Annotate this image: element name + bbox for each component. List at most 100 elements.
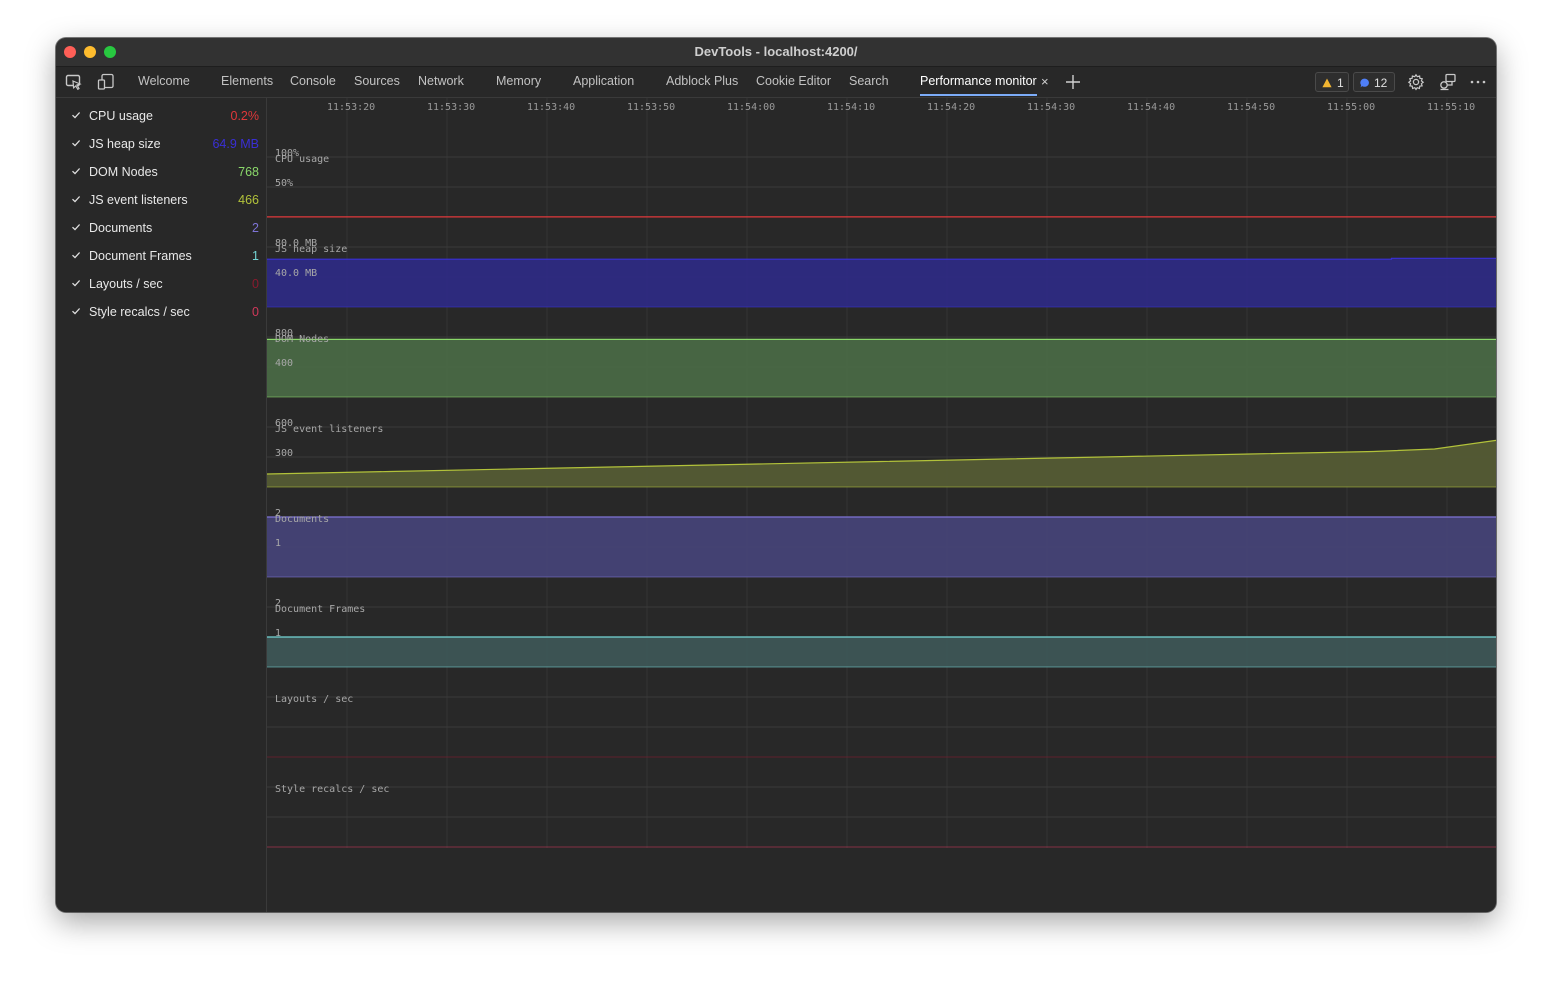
tab-adblock-plus[interactable]: Adblock Plus bbox=[666, 67, 738, 97]
metric-js-event-listeners[interactable]: JS event listeners 466 bbox=[56, 187, 266, 215]
checkmark-icon[interactable] bbox=[71, 278, 81, 288]
series-area bbox=[267, 339, 1496, 397]
value-gridline-label: 80.0 MB bbox=[275, 238, 317, 249]
value-gridline-label: 2 bbox=[275, 598, 281, 609]
value-gridline-label: 300 bbox=[275, 448, 293, 459]
warnings-badge[interactable]: 1 bbox=[1315, 72, 1349, 92]
remote-debugging-icon[interactable] bbox=[1439, 73, 1457, 91]
metric-layouts-per-sec[interactable]: Layouts / sec 0 bbox=[56, 271, 266, 299]
device-toolbar-icon[interactable] bbox=[97, 73, 115, 91]
title-bar: DevTools - localhost:4200/ bbox=[56, 38, 1496, 67]
time-tick-label: 11:53:20 bbox=[327, 102, 375, 113]
metric-style-recalcs-per-sec[interactable]: Style recalcs / sec 0 bbox=[56, 299, 266, 327]
messages-badge[interactable]: 12 bbox=[1353, 72, 1395, 92]
metric-label: Documents bbox=[89, 221, 153, 235]
metric-value: 1 bbox=[252, 249, 259, 263]
warnings-count: 1 bbox=[1337, 76, 1344, 90]
metric-label: Style recalcs / sec bbox=[89, 305, 190, 319]
tab-elements[interactable]: Elements bbox=[221, 67, 273, 97]
minimize-window-button[interactable] bbox=[84, 46, 96, 58]
metric-label: JS heap size bbox=[89, 137, 161, 151]
time-tick-label: 11:54:40 bbox=[1127, 102, 1175, 113]
value-gridline-label: 600 bbox=[275, 418, 293, 429]
time-tick-label: 11:53:50 bbox=[627, 102, 675, 113]
close-window-button[interactable] bbox=[64, 46, 76, 58]
time-tick-label: 11:53:30 bbox=[427, 102, 475, 113]
series-line bbox=[267, 257, 1496, 260]
checkmark-icon[interactable] bbox=[71, 138, 81, 148]
value-gridline-label: 1 bbox=[275, 628, 281, 639]
close-tab-icon[interactable]: × bbox=[1041, 67, 1049, 97]
checkmark-icon[interactable] bbox=[71, 194, 81, 204]
metric-value: 64.9 MB bbox=[212, 137, 259, 151]
value-gridline-label: 400 bbox=[275, 358, 293, 369]
tab-search[interactable]: Search bbox=[849, 67, 889, 97]
time-tick-label: 11:54:10 bbox=[827, 102, 875, 113]
metric-label: DOM Nodes bbox=[89, 165, 158, 179]
tab-memory[interactable]: Memory bbox=[496, 67, 541, 97]
metric-cpu-usage[interactable]: CPU usage 0.2% bbox=[56, 103, 266, 131]
metric-value: 0.2% bbox=[230, 109, 260, 123]
metric-dom-nodes[interactable]: DOM Nodes 768 bbox=[56, 159, 266, 187]
checkmark-icon[interactable] bbox=[71, 110, 81, 120]
checkmark-icon[interactable] bbox=[71, 222, 81, 232]
metrics-sidebar: CPU usage 0.2% JS heap size 64.9 MB DOM … bbox=[56, 98, 267, 912]
series-area bbox=[267, 517, 1496, 577]
checkmark-icon[interactable] bbox=[71, 166, 81, 176]
value-gridline-label: 800 bbox=[275, 328, 293, 339]
value-gridline-label: 50% bbox=[275, 178, 293, 189]
message-icon bbox=[1360, 78, 1369, 88]
panel-title: Documents bbox=[275, 514, 329, 525]
series-area bbox=[267, 440, 1496, 487]
metric-documents[interactable]: Documents 2 bbox=[56, 215, 266, 243]
time-tick-label: 11:54:00 bbox=[727, 102, 775, 113]
time-tick-label: 11:54:50 bbox=[1227, 102, 1275, 113]
series-area bbox=[267, 258, 1496, 307]
tab-network[interactable]: Network bbox=[418, 67, 464, 97]
metric-value: 768 bbox=[238, 165, 259, 179]
value-gridline-label: 40.0 MB bbox=[275, 268, 317, 279]
devtools-window: DevTools - localhost:4200/ Welcome Eleme… bbox=[56, 38, 1496, 912]
time-tick-label: 11:55:10 bbox=[1427, 102, 1475, 113]
plus-icon[interactable] bbox=[1064, 73, 1082, 91]
tab-cookie-editor[interactable]: Cookie Editor bbox=[756, 67, 831, 97]
value-gridline-label: 2 bbox=[275, 508, 281, 519]
checkmark-icon[interactable] bbox=[71, 250, 81, 260]
metric-label: CPU usage bbox=[89, 109, 153, 123]
panel-title: Layouts / sec bbox=[275, 694, 353, 705]
metric-value: 0 bbox=[252, 305, 259, 319]
metric-label: Layouts / sec bbox=[89, 277, 163, 291]
value-gridline-label: 1 bbox=[275, 538, 281, 549]
maximize-window-button[interactable] bbox=[104, 46, 116, 58]
value-gridline-label: 100% bbox=[275, 148, 299, 159]
series-area bbox=[267, 637, 1496, 667]
messages-count: 12 bbox=[1374, 76, 1388, 90]
panel-title: Document Frames bbox=[275, 604, 365, 615]
metric-label: JS event listeners bbox=[89, 193, 188, 207]
devtools-tab-bar: Welcome Elements Console Sources Network… bbox=[56, 67, 1496, 98]
metric-value: 0 bbox=[252, 277, 259, 291]
performance-chart-svg: 11:53:20 11:53:30 11:53:40 11:53:50 11:54:00… bbox=[266, 98, 1496, 848]
time-tick-label: 11:53:40 bbox=[527, 102, 575, 113]
tab-welcome[interactable]: Welcome bbox=[138, 67, 190, 97]
panel-title: Style recalcs / sec bbox=[275, 784, 389, 795]
tab-performance-monitor[interactable]: Performance monitor bbox=[920, 67, 1037, 97]
metric-value: 2 bbox=[252, 221, 259, 235]
metric-document-frames[interactable]: Document Frames 1 bbox=[56, 243, 266, 271]
time-tick-label: 11:54:20 bbox=[927, 102, 975, 113]
metric-js-heap-size[interactable]: JS heap size 64.9 MB bbox=[56, 131, 266, 159]
inspect-element-icon[interactable] bbox=[65, 73, 83, 91]
tab-sources[interactable]: Sources bbox=[354, 67, 400, 97]
metric-label: Document Frames bbox=[89, 249, 192, 263]
tab-console[interactable]: Console bbox=[290, 67, 336, 97]
tab-application[interactable]: Application bbox=[573, 67, 634, 97]
window-title: DevTools - localhost:4200/ bbox=[694, 44, 858, 59]
gear-icon[interactable] bbox=[1407, 73, 1425, 91]
time-tick-label: 11:54:30 bbox=[1027, 102, 1075, 113]
time-tick-label: 11:55:00 bbox=[1327, 102, 1375, 113]
more-options-icon[interactable] bbox=[1469, 73, 1487, 91]
checkmark-icon[interactable] bbox=[71, 306, 81, 316]
performance-charts: 11:53:20 11:53:30 11:53:40 11:53:50 11:54:00… bbox=[266, 98, 1496, 912]
warning-icon bbox=[1322, 78, 1332, 88]
metric-value: 466 bbox=[238, 193, 259, 207]
